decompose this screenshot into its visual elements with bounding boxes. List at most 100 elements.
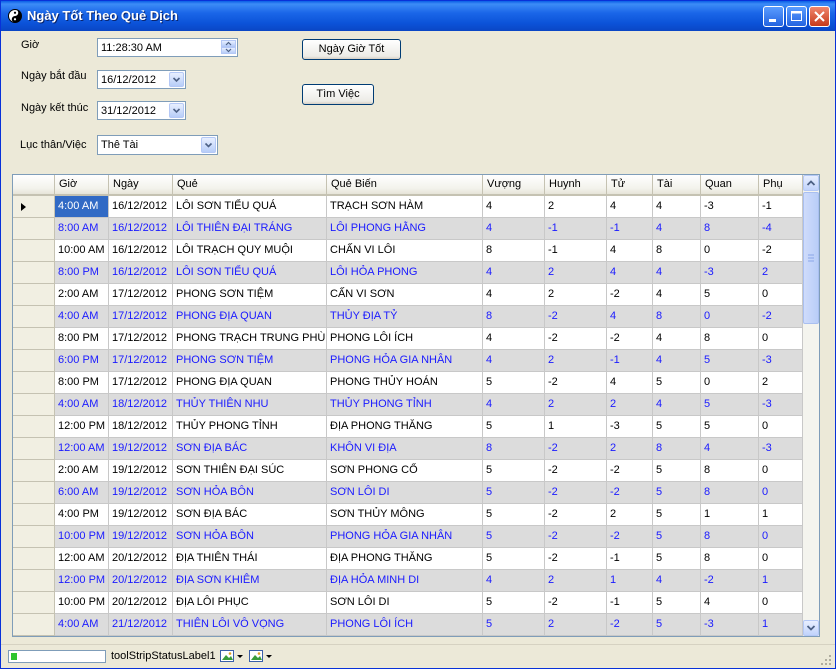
tim-viec-button[interactable]: Tìm Việc — [302, 84, 374, 105]
cell-tu[interactable]: 4 — [607, 262, 653, 284]
cell-gio[interactable]: 8:00 PM — [55, 262, 109, 284]
cell-quan[interactable]: 5 — [701, 284, 759, 306]
row-header[interactable] — [13, 482, 55, 504]
cell-que[interactable]: ĐỊA LÔI PHỤC — [173, 592, 327, 614]
cell-tu[interactable]: -2 — [607, 328, 653, 350]
cell-tai[interactable]: 8 — [653, 438, 701, 460]
cell-phu[interactable]: 0 — [759, 548, 803, 570]
header-col-phu[interactable]: Phụ — [759, 175, 803, 196]
cell-que-bien[interactable]: SƠN PHONG CỔ — [327, 460, 483, 482]
cell-tai[interactable]: 5 — [653, 504, 701, 526]
chevron-down-icon[interactable] — [169, 103, 184, 118]
cell-ngay[interactable]: 17/12/2012 — [109, 284, 173, 306]
ngay-ket-thuc-date-picker[interactable]: 31/12/2012 — [97, 101, 186, 120]
cell-tai[interactable]: 5 — [653, 592, 701, 614]
cell-que-bien[interactable]: PHONG THỦY HOÁN — [327, 372, 483, 394]
cell-huynh[interactable]: -1 — [545, 218, 607, 240]
cell-huynh[interactable]: 1 — [545, 416, 607, 438]
cell-gio[interactable]: 8:00 PM — [55, 328, 109, 350]
cell-phu[interactable]: 1 — [759, 614, 803, 636]
status-dropdown-button-1[interactable] — [219, 648, 245, 664]
cell-huynh[interactable]: 2 — [545, 350, 607, 372]
cell-ngay[interactable]: 19/12/2012 — [109, 460, 173, 482]
ngay-bat-dau-date-picker[interactable]: 16/12/2012 — [97, 70, 186, 89]
header-col-que[interactable]: Quẻ — [173, 175, 327, 196]
cell-quan[interactable]: 8 — [701, 526, 759, 548]
cell-gio[interactable]: 12:00 AM — [55, 548, 109, 570]
cell-ngay[interactable]: 19/12/2012 — [109, 438, 173, 460]
cell-quan[interactable]: 8 — [701, 460, 759, 482]
cell-vuong[interactable]: 4 — [483, 350, 545, 372]
scroll-up-button[interactable] — [803, 175, 819, 191]
cell-tu[interactable]: -2 — [607, 526, 653, 548]
header-col-huynh[interactable]: Huynh — [545, 175, 607, 196]
table-row[interactable]: 10:00 PM 19/12/2012 SƠN HỎA BÔN PHONG HỎA G… — [55, 526, 803, 548]
row-header[interactable] — [13, 548, 55, 570]
table-row[interactable]: 12:00 AM 20/12/2012 ĐỊA THIÊN THÁI ĐỊA PHON… — [55, 548, 803, 570]
row-header[interactable] — [13, 306, 55, 328]
cell-que-bien[interactable]: THỦY ĐỊA TỶ — [327, 306, 483, 328]
cell-que-bien[interactable]: PHONG HỎA GIA NHÂN — [327, 350, 483, 372]
cell-tai[interactable]: 4 — [653, 262, 701, 284]
cell-gio[interactable]: 6:00 AM — [55, 482, 109, 504]
cell-huynh[interactable]: 2 — [545, 570, 607, 592]
table-row[interactable]: 2:00 AM 17/12/2012 PHONG SƠN TIỆM CẤN VI SƠ… — [55, 284, 803, 306]
cell-phu[interactable]: 1 — [759, 504, 803, 526]
cell-phu[interactable]: 1 — [759, 570, 803, 592]
cell-huynh[interactable]: -2 — [545, 460, 607, 482]
cell-huynh[interactable]: 2 — [545, 262, 607, 284]
cell-quan[interactable]: -3 — [701, 614, 759, 636]
cell-phu[interactable]: 2 — [759, 262, 803, 284]
cell-phu[interactable]: -4 — [759, 218, 803, 240]
cell-gio[interactable]: 10:00 AM — [55, 240, 109, 262]
cell-gio[interactable]: 6:00 PM — [55, 350, 109, 372]
chevron-down-icon[interactable] — [201, 137, 216, 153]
table-row[interactable]: 8:00 PM 17/12/2012 PHONG ĐỊA QUAN PHONG THỦ… — [55, 372, 803, 394]
cell-tu[interactable]: -1 — [607, 548, 653, 570]
cell-vuong[interactable]: 5 — [483, 416, 545, 438]
cell-quan[interactable]: 4 — [701, 592, 759, 614]
cell-tai[interactable]: 4 — [653, 284, 701, 306]
minimize-button[interactable] — [763, 6, 784, 27]
cell-gio[interactable]: 4:00 AM — [55, 614, 109, 636]
row-header[interactable] — [13, 284, 55, 306]
cell-ngay[interactable]: 19/12/2012 — [109, 504, 173, 526]
cell-tai[interactable]: 4 — [653, 328, 701, 350]
cell-ngay[interactable]: 18/12/2012 — [109, 416, 173, 438]
cell-que-bien[interactable]: SƠN LÔI DI — [327, 482, 483, 504]
cell-quan[interactable]: 0 — [701, 240, 759, 262]
cell-gio[interactable]: 4:00 AM — [55, 394, 109, 416]
cell-quan[interactable]: 5 — [701, 350, 759, 372]
cell-que-bien[interactable]: LÔI PHONG HẰNG — [327, 218, 483, 240]
cell-huynh[interactable]: -2 — [545, 438, 607, 460]
cell-tai[interactable]: 4 — [653, 196, 701, 218]
cell-ngay[interactable]: 16/12/2012 — [109, 196, 173, 218]
cell-vuong[interactable]: 4 — [483, 284, 545, 306]
cell-que-bien[interactable]: PHONG LÔI ÍCH — [327, 328, 483, 350]
cell-phu[interactable]: -3 — [759, 350, 803, 372]
table-row[interactable]: 4:00 AM 16/12/2012 LÔI SƠN TIỂU QUÁ TRẠCH S… — [55, 196, 803, 218]
cell-gio[interactable]: 4:00 AM — [55, 196, 109, 218]
cell-que[interactable]: SƠN HỎA BÔN — [173, 482, 327, 504]
gio-spinner[interactable] — [221, 40, 236, 55]
cell-vuong[interactable]: 8 — [483, 438, 545, 460]
cell-huynh[interactable]: -2 — [545, 482, 607, 504]
table-row[interactable]: 4:00 AM 21/12/2012 THIÊN LÔI VÔ VỌNG PHONG … — [55, 614, 803, 636]
cell-quan[interactable]: 8 — [701, 482, 759, 504]
cell-que-bien[interactable]: SƠN THỦY MÔNG — [327, 504, 483, 526]
cell-tai[interactable]: 4 — [653, 394, 701, 416]
table-row[interactable]: 4:00 AM 18/12/2012 THỦY THIÊN NHU THỦY PHON… — [55, 394, 803, 416]
cell-que[interactable]: LÔI THIÊN ĐẠI TRÁNG — [173, 218, 327, 240]
cell-quan[interactable]: -3 — [701, 196, 759, 218]
cell-tai[interactable]: 8 — [653, 306, 701, 328]
cell-huynh[interactable]: -2 — [545, 592, 607, 614]
title-bar[interactable]: Ngày Tốt Theo Quẻ Dịch — [1, 1, 835, 31]
table-row[interactable]: 8:00 AM 16/12/2012 LÔI THIÊN ĐẠI TRÁNG LÔI … — [55, 218, 803, 240]
cell-phu[interactable]: 0 — [759, 526, 803, 548]
cell-que-bien[interactable]: ĐỊA HỎA MINH DI — [327, 570, 483, 592]
cell-tu[interactable]: 2 — [607, 438, 653, 460]
row-header[interactable] — [13, 350, 55, 372]
header-col-tai[interactable]: Tài — [653, 175, 701, 196]
cell-huynh[interactable]: 2 — [545, 614, 607, 636]
cell-que[interactable]: LÔI SƠN TIỂU QUÁ — [173, 196, 327, 218]
